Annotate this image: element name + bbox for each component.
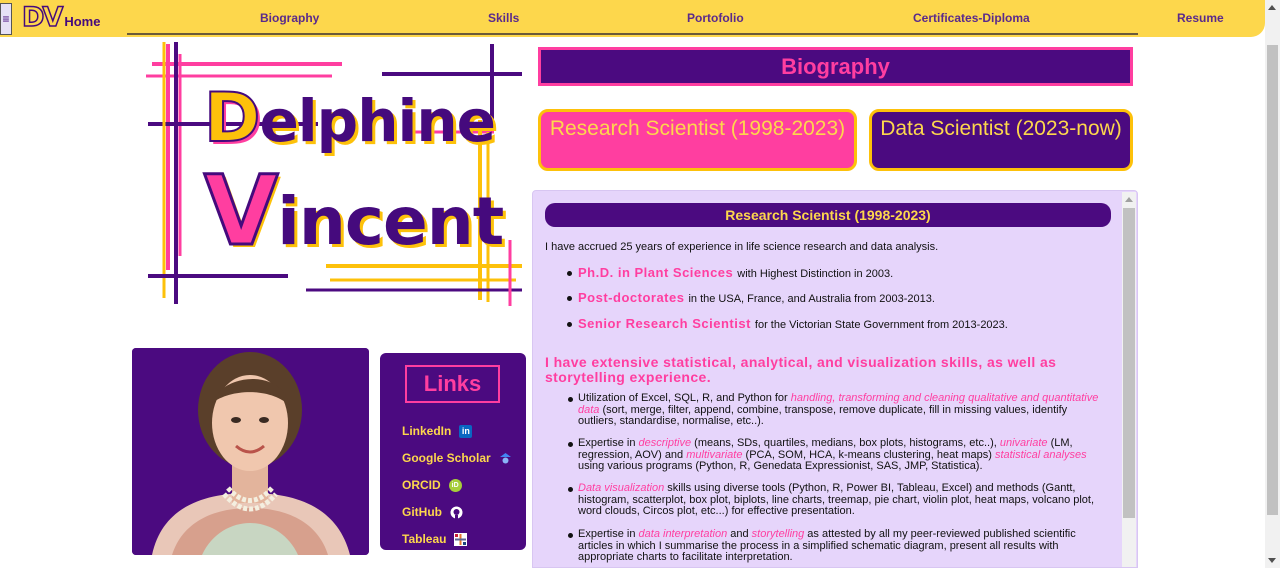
panel-scroll-thumb[interactable] [1123,208,1135,518]
github-icon [450,506,463,519]
orcid-icon: iD [448,478,462,492]
google-scholar-icon [499,452,512,465]
panel-scroll-up-icon[interactable] [1125,197,1133,202]
tab-data-scientist[interactable]: Data Scientist (2023-now) [869,109,1133,171]
nav-link-resume[interactable]: Resume [1177,11,1224,25]
tableau-label: Tableau [402,532,447,546]
tableau-icon [454,532,468,546]
intro-text: I have accrued 25 years of experience in… [545,241,939,253]
logo-first-name: Delphine [203,79,496,158]
google-scholar-label: Google Scholar [402,451,491,465]
list-item: Senior Research Scientist for the Victori… [567,316,1008,331]
portrait-illustration [132,348,369,555]
nav-link-biography[interactable]: Biography [260,11,319,25]
skills-heading: I have extensive statistical, analytical… [545,354,1057,385]
brand-logo: DV [21,2,64,33]
hamburger-menu-icon[interactable]: ≡ [0,3,12,35]
linkedin-label: LinkedIn [402,424,452,438]
home-link-label: Home [64,14,101,29]
list-item: Expertise in data interpretation and sto… [568,528,1108,564]
orcid-label: ORCID [402,478,441,492]
orcid-link[interactable]: ORCID iD [402,478,462,492]
list-item: Data visualization skills using diverse … [568,482,1108,518]
github-label: GitHub [402,505,442,519]
page-scrollbar[interactable] [1265,0,1280,568]
list-item: Expertise in descriptive (means, SDs, qu… [568,437,1108,473]
scroll-down-arrow-icon[interactable] [1268,558,1276,563]
page-scroll-thumb[interactable] [1267,45,1278,515]
linkedin-icon: in [459,424,473,438]
research-content-panel[interactable]: Research Scientist (1998-2023) I have ac… [532,190,1138,568]
section-title: Research Scientist (1998-2023) [545,203,1111,227]
nav-divider [127,33,1138,35]
links-title: Links [405,365,500,403]
brand-home-link[interactable]: DV Home [21,2,101,33]
scroll-up-arrow-icon[interactable] [1268,5,1276,10]
name-logo: Delphine Vincent [146,40,526,308]
nav-link-portofolio[interactable]: Portofolio [687,11,744,25]
biography-heading: Biography [538,47,1133,86]
list-item: Post-doctorates in the USA, France, and A… [567,290,935,305]
logo-last-name: Vincent [202,155,504,267]
list-item: Ph.D. in Plant Sciences with Highest Dist… [566,265,894,280]
top-navbar: ≡ DV Home Biography Skills Portofolio Ce… [0,0,1265,37]
nav-link-skills[interactable]: Skills [488,11,519,25]
nav-link-certificates[interactable]: Certificates-Diploma [913,11,1030,25]
tableau-link[interactable]: Tableau [402,532,468,546]
linkedin-link[interactable]: LinkedIn in [402,424,473,438]
google-scholar-link[interactable]: Google Scholar [402,451,512,465]
profile-photo [132,348,369,555]
links-card: Links LinkedIn in Google Scholar ORCID i… [380,353,526,550]
panel-scrollbar[interactable] [1122,192,1136,567]
list-item: Utilization of Excel, SQL, R, and Python… [568,392,1108,428]
tab-research-scientist[interactable]: Research Scientist (1998-2023) [538,109,857,171]
github-link[interactable]: GitHub [402,505,463,519]
